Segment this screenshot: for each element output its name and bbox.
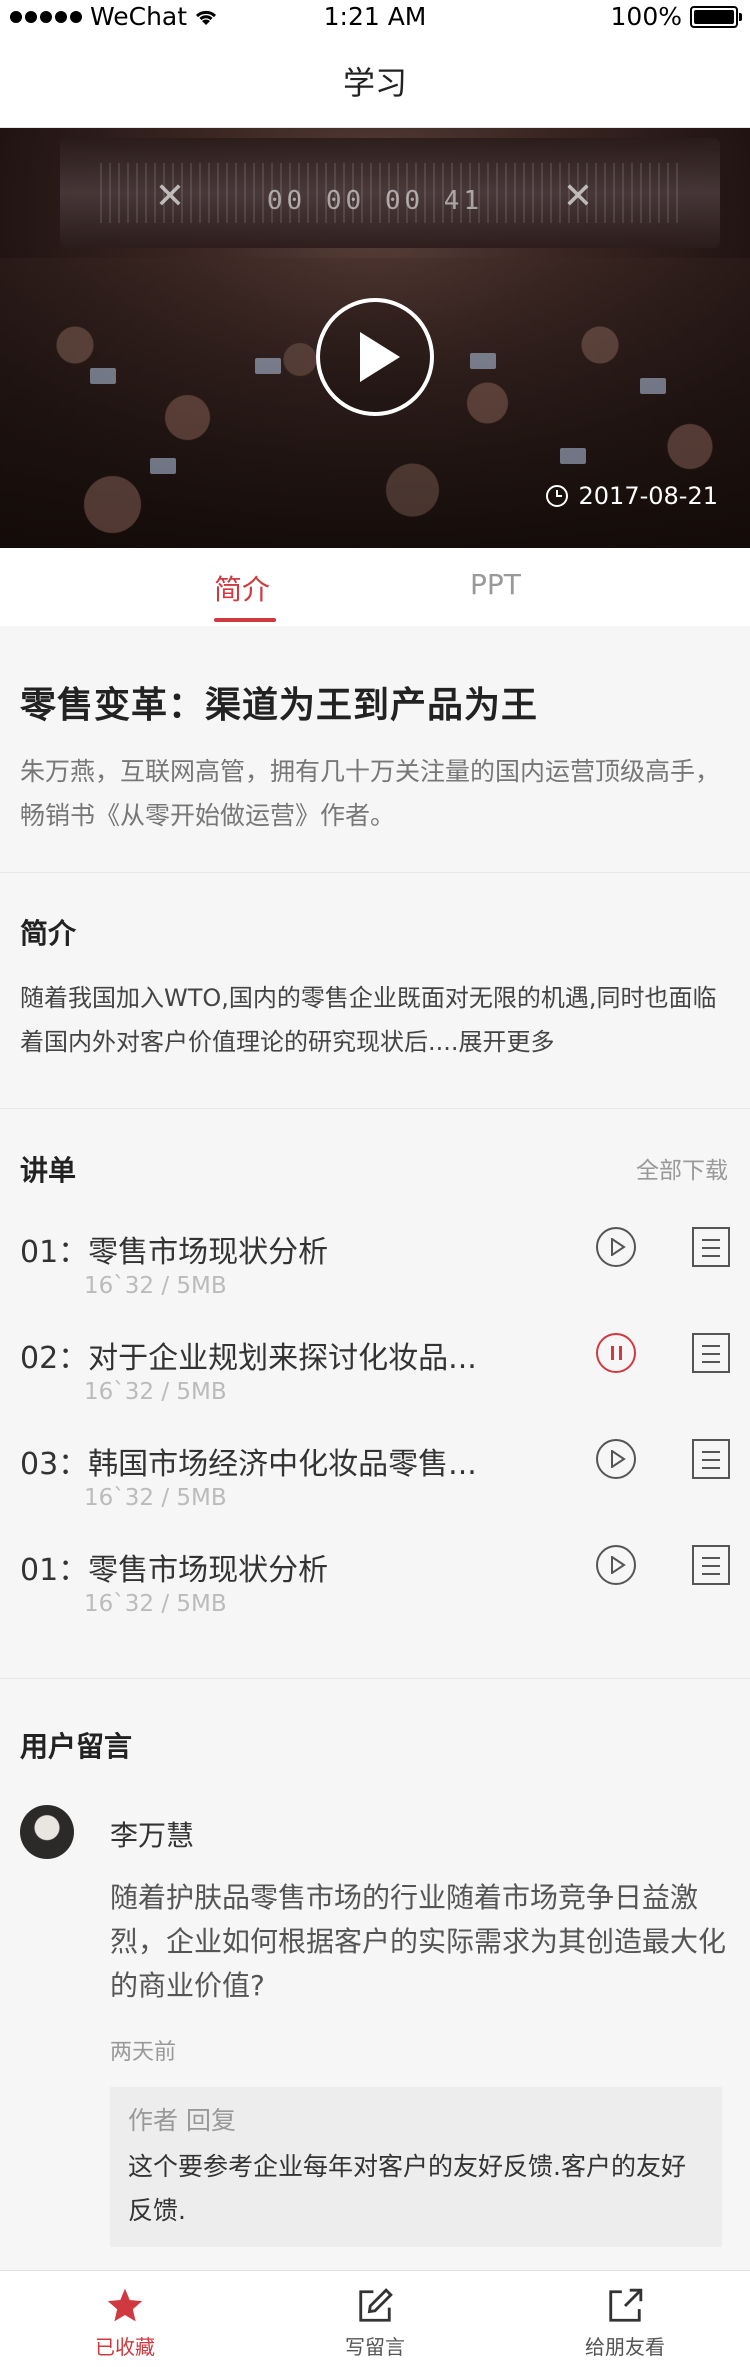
- play-icon: [611, 1556, 626, 1574]
- video-date: 2017-08-21: [545, 482, 718, 510]
- lectures-heading: 讲单: [20, 1154, 77, 1187]
- favorite-button[interactable]: 已收藏: [0, 2271, 250, 2367]
- avatar[interactable]: [20, 1805, 74, 1859]
- lecture-pause-button[interactable]: [596, 1333, 636, 1373]
- video-date-text: 2017-08-21: [578, 482, 718, 510]
- video-play-button[interactable]: [316, 298, 434, 416]
- video-player[interactable]: ✕ ✕ 00 00 00 41 2017-08-21: [0, 128, 750, 548]
- clock-icon: [545, 485, 568, 507]
- share-icon: [609, 2288, 643, 2322]
- comments-heading: 用户留言: [20, 1730, 133, 1763]
- divider: [0, 1108, 750, 1109]
- lecture-document-button[interactable]: [692, 1227, 730, 1267]
- battery-status: 100%: [610, 2, 742, 31]
- download-all-button[interactable]: 全部下载: [636, 1151, 728, 1185]
- tab-ppt[interactable]: PPT: [470, 568, 521, 601]
- play-icon: [611, 1450, 626, 1468]
- star-icon: [107, 2288, 143, 2322]
- lecture-meta: 16`32 / 5MB: [84, 1379, 227, 1405]
- lecture-document-button[interactable]: [692, 1545, 730, 1585]
- play-icon: [611, 1238, 626, 1256]
- write-comment-label: 写留言: [345, 2335, 405, 2359]
- divider: [0, 1678, 750, 1679]
- lecture-document-button[interactable]: [692, 1333, 730, 1373]
- reply-text: 这个要参考企业每年对客户的友好反馈.客户的友好反馈.: [128, 2152, 686, 2225]
- lecture-meta: 16`32 / 5MB: [84, 1485, 227, 1511]
- lecture-item[interactable]: 01：零售市场现状分析 16`32 / 5MB: [0, 1227, 750, 1333]
- status-bar: WeChat 1:21 AM 100%: [0, 0, 750, 40]
- video-countdown: 00 00 00 41: [266, 186, 484, 216]
- play-icon: [360, 332, 400, 382]
- lecture-play-button[interactable]: [596, 1545, 636, 1585]
- lecture-play-button[interactable]: [596, 1439, 636, 1479]
- lecture-item[interactable]: 03：韩国市场经济中化妆品零售... 16`32 / 5MB: [0, 1439, 750, 1545]
- lecture-item[interactable]: 02：对于企业规划来探讨化妆品... 16`32 / 5MB: [0, 1333, 750, 1439]
- lecture-play-button[interactable]: [596, 1227, 636, 1267]
- battery-percent: 100%: [610, 2, 682, 31]
- comment-user-name: 李万慧: [110, 1819, 195, 1852]
- lecture-title: 01：零售市场现状分析: [20, 1553, 329, 1588]
- nav-bar: 学习: [0, 40, 750, 128]
- intro-heading: 简介: [20, 917, 77, 950]
- favorite-label: 已收藏: [95, 2335, 155, 2359]
- course-title: 零售变革：渠道为王到产品为王: [20, 685, 539, 726]
- lecture-document-button[interactable]: [692, 1439, 730, 1479]
- divider: [0, 872, 750, 873]
- lecture-meta: 16`32 / 5MB: [84, 1273, 227, 1299]
- lecture-meta: 16`32 / 5MB: [84, 1591, 227, 1617]
- tab-intro[interactable]: 简介: [214, 568, 270, 608]
- active-tab-indicator: [214, 618, 276, 622]
- lecture-title: 01：零售市场现状分析: [20, 1235, 329, 1270]
- share-button[interactable]: 给朋友看: [500, 2271, 750, 2367]
- lecture-title: 03：韩国市场经济中化妆品零售...: [20, 1447, 477, 1482]
- share-label: 给朋友看: [585, 2335, 665, 2359]
- page-title: 学习: [342, 64, 407, 102]
- bottom-toolbar: 已收藏 写留言 给朋友看: [0, 2270, 750, 2367]
- reply-label: 作者 回复: [128, 2106, 236, 2135]
- comment-text: 随着护肤品零售市场的行业随着市场竞争日益激烈，企业如何根据客户的实际需求为其创造…: [110, 1881, 727, 2002]
- content-tabs: 简介 PPT: [0, 548, 750, 626]
- lecture-title: 02：对于企业规划来探讨化妆品...: [20, 1341, 477, 1376]
- intro-text[interactable]: 随着我国加入WTO,国内的零售企业既面对无限的机遇,同时也面临着国内外对客户价值…: [20, 976, 730, 1064]
- edit-icon: [359, 2288, 393, 2322]
- author-reply: 作者 回复 这个要参考企业每年对客户的友好反馈.客户的友好反馈.: [110, 2087, 722, 2247]
- course-description: 朱万燕，互联网高管，拥有几十万关注量的国内运营顶级高手，畅销书《从零开始做运营》…: [20, 757, 721, 830]
- comment-time: 两天前: [110, 2040, 177, 2065]
- write-comment-button[interactable]: 写留言: [250, 2271, 500, 2367]
- lecture-item[interactable]: 01：零售市场现状分析 16`32 / 5MB: [0, 1545, 750, 1651]
- battery-icon: [690, 5, 742, 28]
